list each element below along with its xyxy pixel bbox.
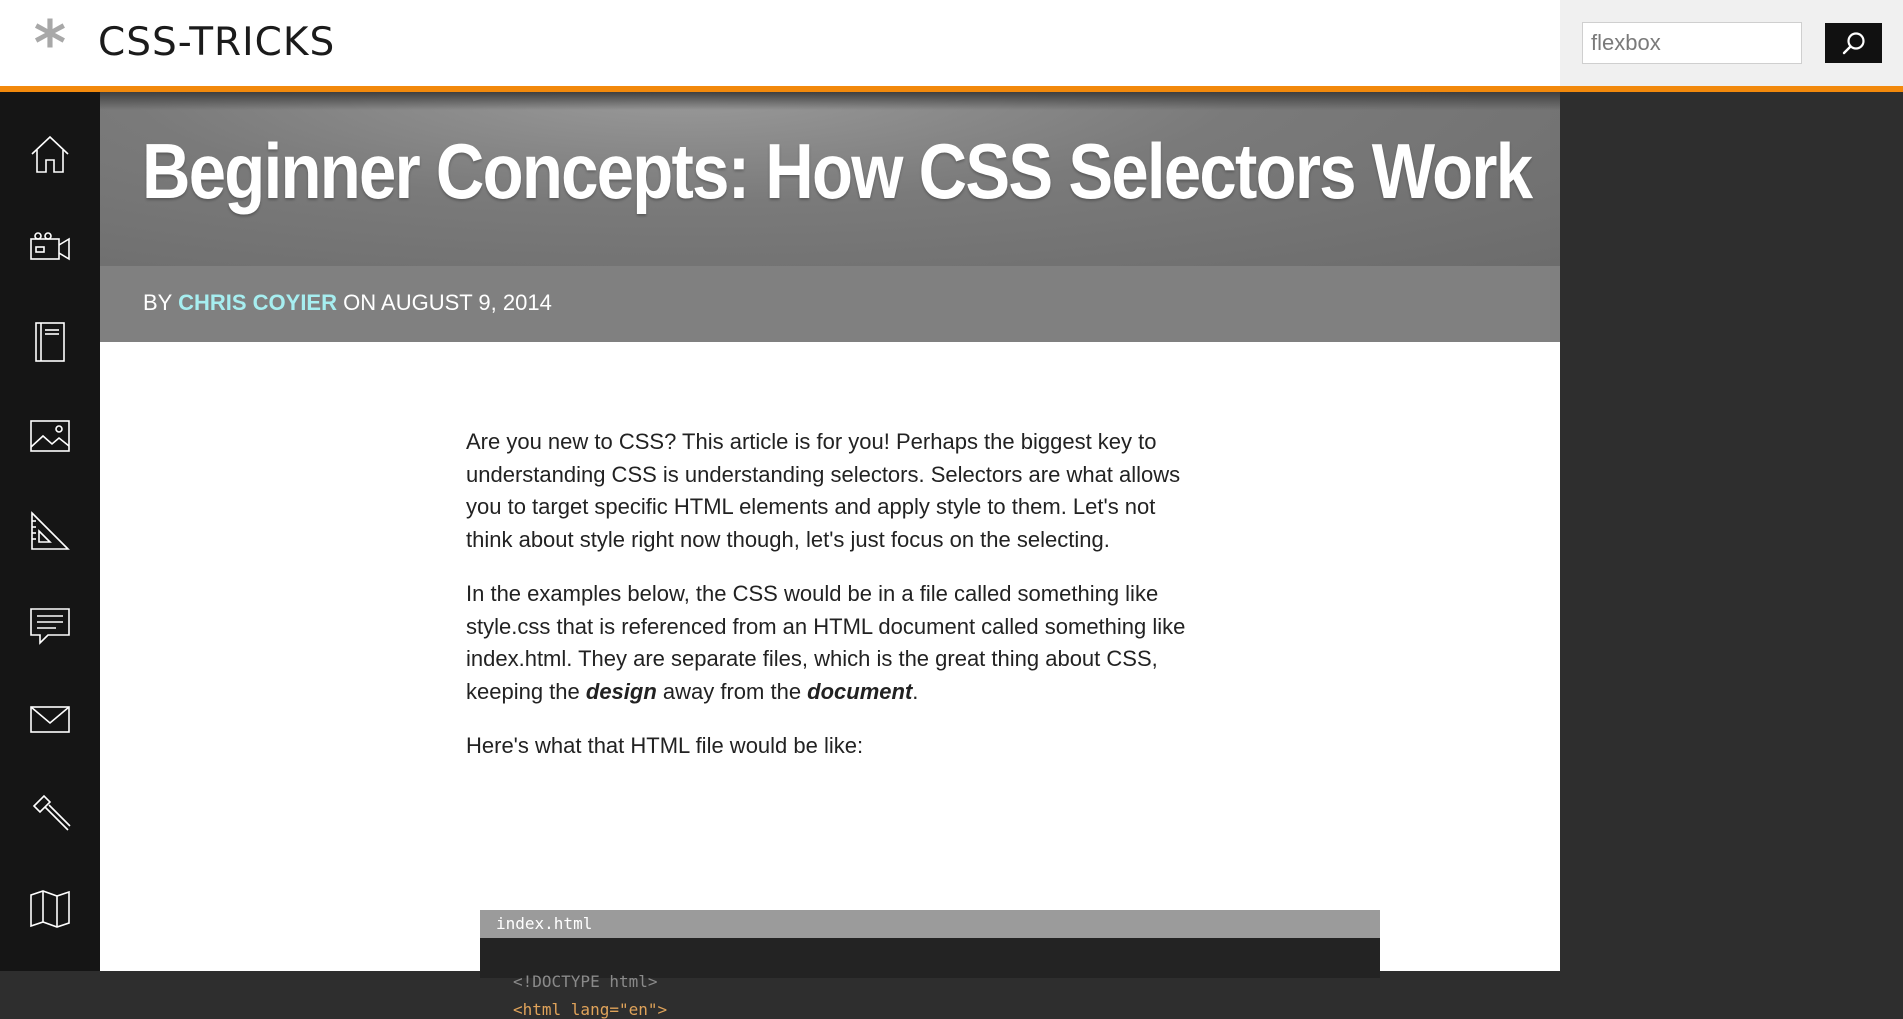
left-nav bbox=[0, 92, 100, 971]
search-icon bbox=[1842, 32, 1865, 55]
emphasis-design: design bbox=[585, 678, 657, 704]
map-icon bbox=[30, 890, 70, 928]
nav-map[interactable] bbox=[26, 885, 74, 933]
article-paragraph-2: In the examples below, the CSS would be … bbox=[466, 581, 1186, 704]
mail-icon bbox=[30, 706, 70, 733]
search-area bbox=[1560, 0, 1903, 86]
code-block: <!DOCTYPE html> <html lang="en"> bbox=[480, 938, 1380, 1019]
article-body: Are you new to CSS? This article is for … bbox=[466, 426, 1206, 785]
right-sidebar bbox=[1560, 92, 1903, 971]
nav-almanac[interactable] bbox=[26, 318, 74, 366]
article-hero: Beginner Concepts: How CSS Selectors Wor… bbox=[100, 92, 1560, 266]
nav-forums[interactable] bbox=[26, 601, 74, 649]
byline-prefix: BY bbox=[143, 290, 172, 315]
byline-text: BY CHRIS COYIER ON AUGUST 9, 2014 bbox=[143, 290, 552, 316]
logo-star-icon[interactable]: * bbox=[28, 13, 72, 75]
hero-shadow bbox=[100, 92, 1560, 110]
code-filename: index.html bbox=[480, 910, 1380, 938]
hammer-icon bbox=[32, 794, 71, 831]
byline-mid: ON bbox=[343, 290, 377, 315]
book-icon bbox=[35, 322, 65, 362]
article-title: Beginner Concepts: How CSS Selectors Wor… bbox=[142, 127, 1533, 215]
main-content: Beginner Concepts: How CSS Selectors Wor… bbox=[100, 92, 1560, 1019]
site-header: * CSS-TRICKS bbox=[0, 0, 1903, 92]
video-icon bbox=[30, 232, 70, 261]
code-line: <html lang="en"> bbox=[513, 1000, 668, 1019]
emphasis-document: document bbox=[807, 678, 913, 704]
nav-guides[interactable] bbox=[26, 507, 74, 555]
search-input[interactable] bbox=[1582, 22, 1802, 64]
site-logo[interactable]: CSS-TRICKS bbox=[98, 20, 335, 65]
search-button[interactable] bbox=[1825, 23, 1882, 63]
nav-home[interactable] bbox=[26, 130, 74, 178]
author-link[interactable]: CHRIS COYIER bbox=[178, 290, 337, 315]
forums-icon bbox=[30, 608, 70, 645]
nav-newsletter[interactable] bbox=[26, 695, 74, 743]
article-paragraph-1: Are you new to CSS? This article is for … bbox=[466, 429, 1181, 552]
image-icon bbox=[30, 420, 70, 452]
article-paragraph-3: Here's what that HTML file would be like… bbox=[466, 733, 864, 758]
code-line: <!DOCTYPE html> bbox=[513, 972, 658, 991]
publish-date: AUGUST 9, 2014 bbox=[381, 290, 552, 315]
nav-tools[interactable] bbox=[26, 790, 74, 838]
ruler-icon bbox=[31, 511, 70, 550]
nav-videos[interactable] bbox=[26, 224, 74, 272]
home-icon bbox=[31, 135, 69, 173]
nav-snippets[interactable] bbox=[26, 412, 74, 460]
article-byline: BY CHRIS COYIER ON AUGUST 9, 2014 bbox=[100, 266, 1560, 342]
